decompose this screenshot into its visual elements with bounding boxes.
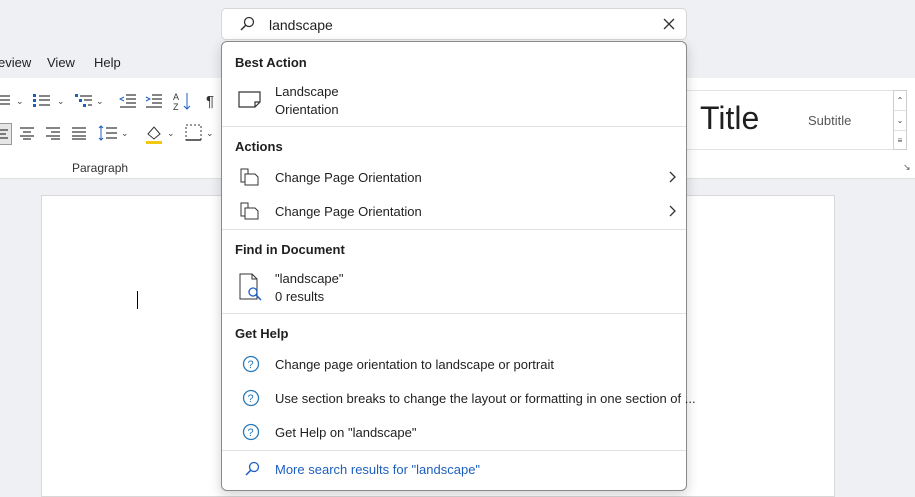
style-subtitle[interactable]: Subtitle (808, 113, 851, 128)
action-label: Change Page Orientation (275, 204, 422, 219)
help-item-label: Change page orientation to landscape or … (275, 357, 554, 372)
dialog-launcher-icon[interactable]: ↘ (903, 162, 911, 173)
chevron-down-icon[interactable]: ⌄ (167, 128, 175, 139)
chevron-down-icon[interactable]: ⌄ (206, 128, 214, 139)
help-item[interactable]: ? Get Help on "landscape" (222, 417, 686, 447)
align-left-icon[interactable] (0, 123, 12, 145)
action-change-orientation[interactable]: Change Page Orientation (222, 162, 686, 192)
divider (222, 450, 686, 451)
help-item[interactable]: ? Use section breaks to change the layou… (222, 383, 696, 413)
get-help-header: Get Help (235, 326, 289, 341)
increase-indent-icon[interactable] (145, 92, 167, 112)
decrease-indent-icon[interactable] (119, 92, 141, 112)
line-spacing-icon[interactable] (98, 124, 120, 144)
actions-header: Actions (235, 139, 283, 154)
shading-icon[interactable] (144, 124, 166, 144)
chevron-down-icon[interactable]: ⌄ (16, 96, 24, 107)
svg-text:?: ? (248, 427, 254, 439)
find-result-query: "landscape" (275, 271, 344, 286)
menu-view[interactable]: View (47, 55, 75, 70)
menu-review[interactable]: eview (0, 55, 31, 70)
search-results-dropdown: Best Action Landscape Orientation Action… (221, 41, 696, 491)
svg-text:A: A (173, 92, 179, 102)
menu-help[interactable]: Help (94, 55, 121, 70)
search-icon (239, 16, 255, 35)
help-item-label: Get Help on "landscape" (275, 425, 417, 440)
page-landscape-icon (238, 90, 262, 111)
chevron-down-icon[interactable]: ⌄ (57, 96, 65, 107)
find-result-count: 0 results (275, 289, 325, 304)
svg-text:?: ? (248, 359, 254, 371)
paragraph-group-label: Paragraph (72, 161, 129, 175)
chevron-right-icon (668, 204, 678, 221)
more-search-results-label: More search results for "landscape" (275, 462, 481, 477)
help-item-label: Use section breaks to change the layout … (275, 391, 696, 406)
divider (222, 126, 686, 127)
svg-text:?: ? (248, 393, 254, 405)
chevron-down-icon[interactable]: ⌄ (121, 128, 129, 139)
best-action-landscape[interactable]: Landscape Orientation (222, 80, 686, 124)
chevron-down-icon[interactable]: ⌄ (96, 96, 104, 107)
best-action-line2: Orientation (275, 102, 339, 117)
divider (222, 313, 686, 314)
help-icon: ? (242, 389, 260, 410)
action-label: Change Page Orientation (275, 170, 422, 185)
find-in-document-header: Find in Document (235, 242, 345, 257)
chevron-down-icon[interactable]: ⌄ (894, 111, 906, 131)
more-styles-icon[interactable]: ≡ (894, 131, 906, 150)
styles-scroll[interactable]: ⌃ ⌄ ≡ (893, 90, 907, 150)
chevron-up-icon[interactable]: ⌃ (894, 91, 906, 111)
divider (222, 229, 686, 230)
search-box[interactable]: landscape (221, 8, 687, 40)
best-action-header: Best Action (235, 55, 307, 70)
close-icon[interactable] (660, 15, 678, 33)
text-cursor (137, 291, 138, 309)
numbering-icon[interactable] (33, 92, 55, 112)
align-center-icon[interactable] (19, 126, 41, 146)
search-input[interactable]: landscape (269, 17, 333, 33)
search-icon (244, 461, 260, 480)
align-right-icon[interactable] (45, 126, 67, 146)
action-change-orientation[interactable]: Change Page Orientation (222, 196, 686, 226)
svg-text:Z: Z (173, 102, 179, 111)
find-result[interactable]: "landscape" 0 results (222, 267, 686, 311)
style-title[interactable]: Title (700, 100, 759, 137)
best-action-line1: Landscape (275, 84, 339, 99)
justify-icon[interactable] (71, 126, 93, 146)
help-icon: ? (242, 423, 260, 444)
borders-icon[interactable] (185, 124, 207, 144)
page-orientation-icon (240, 202, 260, 223)
svg-text:¶: ¶ (206, 93, 214, 109)
more-search-results-link[interactable]: More search results for "landscape" (222, 454, 686, 484)
sort-icon[interactable]: AZ (173, 91, 195, 111)
document-search-icon (239, 273, 263, 304)
page-orientation-icon (240, 168, 260, 189)
chevron-right-icon (668, 170, 678, 187)
multilevel-list-icon[interactable] (75, 92, 97, 112)
help-icon: ? (242, 355, 260, 376)
styles-gallery (660, 90, 894, 150)
help-item[interactable]: ? Change page orientation to landscape o… (222, 349, 686, 379)
